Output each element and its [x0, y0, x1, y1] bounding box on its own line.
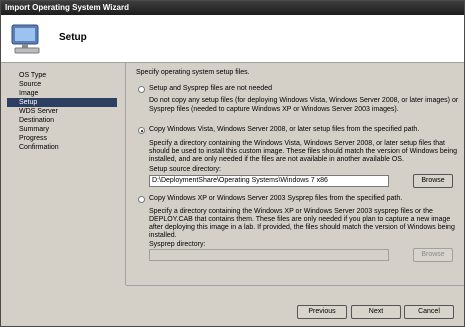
next-button[interactable]: Next: [351, 305, 401, 319]
wizard-header: Setup: [1, 15, 464, 63]
setup-source-directory-label: Setup source directory:: [149, 166, 221, 173]
radio-no-setup-files[interactable]: [138, 86, 145, 93]
sidebar-item-source[interactable]: Source: [7, 80, 117, 89]
browse-sysprep-button[interactable]: Browse: [413, 248, 453, 262]
title-bar: Import Operating System Wizard: [1, 1, 464, 15]
sidebar-item-setup[interactable]: Setup: [7, 98, 117, 107]
option2-description: should be used to install this custom im…: [149, 148, 458, 155]
option1-description: Do not copy any setup files (for deployi…: [149, 97, 459, 104]
sidebar-item-wds-server[interactable]: WDS Server: [7, 107, 117, 116]
setup-source-directory-field[interactable]: D:\DeploymentShare\Operating Systems\Win…: [149, 175, 389, 187]
option1-description: Sysprep files (needed to capture Windows…: [149, 106, 399, 113]
sidebar-item-summary[interactable]: Summary: [7, 125, 117, 134]
browse-setup-button[interactable]: Browse: [413, 174, 453, 188]
page-title: Setup: [59, 32, 87, 43]
computer-icon: [11, 24, 40, 54]
option3-description: Specify a directory containing the Windo…: [149, 208, 433, 215]
radio-copy-xp-sysprep-label[interactable]: Copy Windows XP or Windows Server 2003 S…: [149, 195, 402, 203]
option3-description: DEPLOY.CAB that contains them. These fil…: [149, 216, 451, 223]
intro-text: Specify operating system setup files.: [136, 69, 250, 76]
cancel-button[interactable]: Cancel: [404, 305, 454, 319]
sidebar-item-confirmation[interactable]: Confirmation: [7, 143, 117, 152]
setup-content: Specify operating system setup files. Se…: [126, 63, 464, 285]
option3-description: installed.: [149, 232, 177, 239]
radio-copy-xp-sysprep[interactable]: [138, 196, 145, 203]
sysprep-directory-field[interactable]: [149, 249, 389, 261]
radio-no-setup-files-label[interactable]: Setup and Sysprep files are not needed: [149, 85, 272, 93]
sidebar-item-os-type[interactable]: OS Type: [7, 71, 117, 80]
option2-description: installed, and are only needed if the fi…: [149, 156, 404, 163]
sidebar-item-image[interactable]: Image: [7, 89, 117, 98]
wizard-step-sidebar: OS Type Source Image Setup WDS Server De…: [1, 63, 126, 285]
sysprep-directory-label: Sysprep directory:: [149, 241, 206, 248]
radio-copy-vista-setup-label[interactable]: Copy Windows Vista, Windows Server 2008,…: [149, 126, 419, 134]
footer-divider: [126, 285, 464, 286]
sidebar-item-progress[interactable]: Progress: [7, 134, 117, 143]
window-title: Import Operating System Wizard: [5, 3, 129, 12]
wizard-window: Import Operating System Wizard Setup OS …: [0, 0, 465, 327]
option2-description: Specify a directory containing the Windo…: [149, 140, 445, 147]
sidebar-item-destination[interactable]: Destination: [7, 116, 117, 125]
radio-copy-vista-setup[interactable]: [138, 127, 145, 134]
previous-button[interactable]: Previous: [297, 305, 347, 319]
option3-description: after deploying this image in a lab. If …: [149, 224, 455, 231]
